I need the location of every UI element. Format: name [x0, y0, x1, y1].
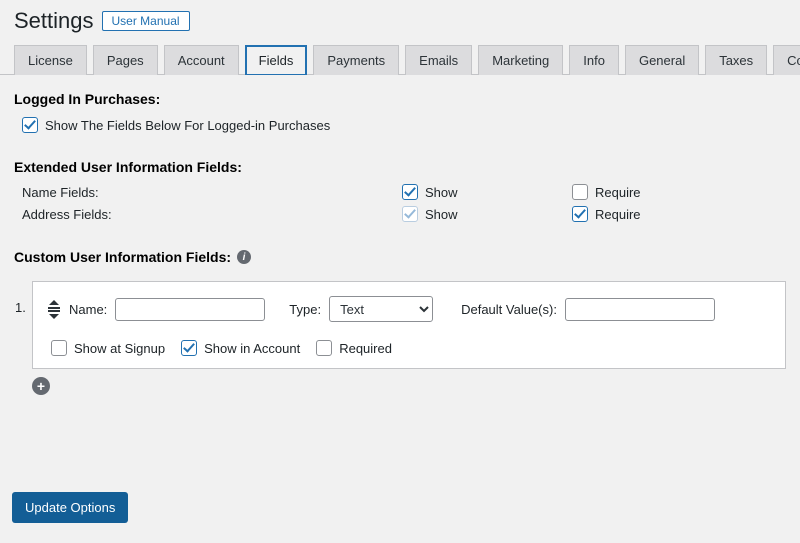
custom-name-input[interactable]: [115, 298, 265, 321]
required-checkbox[interactable]: [316, 340, 332, 356]
custom-default-input[interactable]: [565, 298, 715, 321]
tab-marketing[interactable]: Marketing: [478, 45, 563, 75]
custom-type-select[interactable]: Text: [329, 296, 433, 322]
address-fields-require-checkbox[interactable]: [572, 206, 588, 222]
add-custom-field-button[interactable]: +: [32, 377, 50, 395]
tab-payments[interactable]: Payments: [313, 45, 399, 75]
tab-account[interactable]: Account: [164, 45, 239, 75]
custom-row-number: 1.: [15, 300, 26, 315]
tab-fields[interactable]: Fields: [245, 45, 308, 75]
section-logged-in-title: Logged In Purchases:: [0, 75, 800, 113]
address-fields-label: Address Fields:: [22, 207, 402, 222]
show-in-account-checkbox[interactable]: [181, 340, 197, 356]
tab-general[interactable]: General: [625, 45, 699, 75]
tab-license[interactable]: License: [14, 45, 87, 75]
custom-field-row: 1. Name: Type: Text Default Value(s): Sh…: [32, 281, 786, 369]
name-fields-label: Name Fields:: [22, 185, 402, 200]
tab-emails[interactable]: Emails: [405, 45, 472, 75]
required-label: Required: [339, 341, 392, 356]
show-in-account-label: Show in Account: [204, 341, 300, 356]
address-fields-show-label: Show: [425, 207, 458, 222]
custom-name-label: Name:: [69, 302, 107, 317]
section-extended-title: Extended User Information Fields:: [0, 137, 800, 181]
custom-type-label: Type:: [289, 302, 321, 317]
show-at-signup-checkbox[interactable]: [51, 340, 67, 356]
tab-pages[interactable]: Pages: [93, 45, 158, 75]
page-title: Settings: [14, 8, 94, 34]
drag-handle-icon[interactable]: [47, 300, 61, 319]
user-manual-button[interactable]: User Manual: [102, 11, 190, 31]
name-fields-show-label: Show: [425, 185, 458, 200]
section-custom-title: Custom User Information Fields:: [14, 249, 231, 265]
show-logged-in-fields-checkbox[interactable]: [22, 117, 38, 133]
tab-info[interactable]: Info: [569, 45, 619, 75]
show-logged-in-fields-label: Show The Fields Below For Logged-in Purc…: [45, 118, 330, 133]
show-at-signup-label: Show at Signup: [74, 341, 165, 356]
update-options-button[interactable]: Update Options: [12, 492, 128, 523]
address-fields-require-label: Require: [595, 207, 641, 222]
name-fields-require-label: Require: [595, 185, 641, 200]
tab-courses[interactable]: Courses: [773, 45, 800, 75]
info-icon[interactable]: i: [237, 250, 251, 264]
name-fields-show-checkbox[interactable]: [402, 184, 418, 200]
tab-taxes[interactable]: Taxes: [705, 45, 767, 75]
name-fields-require-checkbox[interactable]: [572, 184, 588, 200]
settings-tabs: License Pages Account Fields Payments Em…: [0, 44, 800, 75]
address-fields-show-checkbox[interactable]: [402, 206, 418, 222]
custom-default-label: Default Value(s):: [461, 302, 557, 317]
